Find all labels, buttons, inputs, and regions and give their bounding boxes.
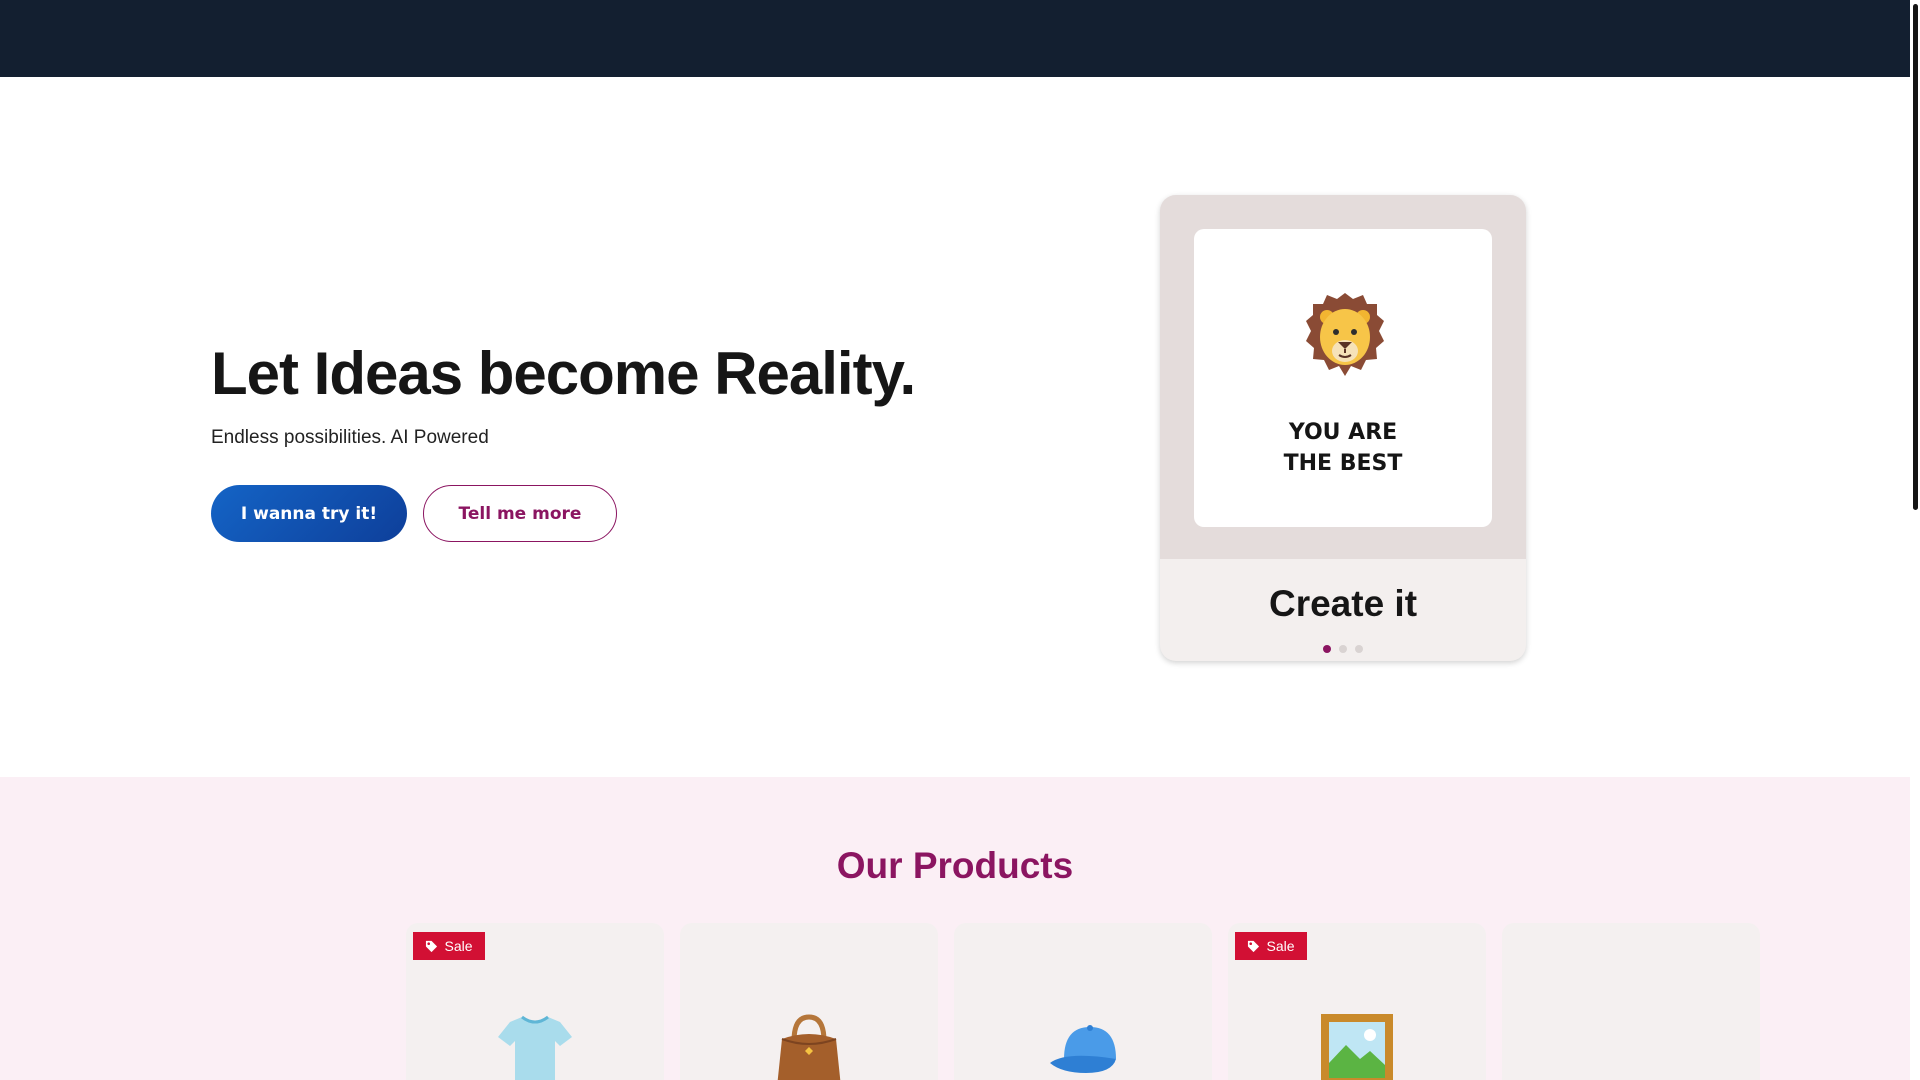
handbag-icon [777, 1014, 841, 1080]
products-title: Our Products [836, 845, 1074, 886]
hero-title: Let Ideas become Reality. [211, 340, 916, 407]
t-shirt-icon [498, 1015, 572, 1080]
framed-picture-icon [1321, 1014, 1393, 1080]
product-card[interactable] [1502, 923, 1760, 1080]
design-slogan-line2: THE BEST [1283, 451, 1403, 476]
carousel-dot-3[interactable] [1355, 645, 1363, 653]
scrollbar[interactable] [1910, 0, 1920, 1080]
product-card[interactable] [954, 923, 1212, 1080]
carousel-dot-2[interactable] [1339, 645, 1347, 653]
lion-face-icon [1306, 293, 1384, 376]
cap-icon [1050, 1025, 1116, 1073]
try-it-button[interactable]: I wanna try it! [211, 485, 407, 542]
sale-badge: Sale [413, 932, 485, 960]
hero-subtitle: Endless possibilities. AI Powered [211, 427, 489, 448]
tag-icon [426, 940, 438, 952]
product-card[interactable]: Sale [1228, 923, 1486, 1080]
top-navbar [0, 0, 1910, 77]
products-section: Our Products Sale Sale [0, 777, 1910, 1080]
sale-badge: Sale [1235, 932, 1307, 960]
product-card[interactable]: Sale [406, 923, 664, 1080]
carousel[interactable]: YOU ARE THE BEST Create it [1160, 195, 1526, 661]
carousel-indicators [1160, 645, 1526, 653]
design-preview-card: YOU ARE THE BEST [1194, 229, 1492, 527]
sale-badge-label: Sale [444, 938, 473, 954]
tag-icon [1248, 940, 1260, 952]
carousel-slide-image: YOU ARE THE BEST [1160, 195, 1526, 559]
design-slogan: YOU ARE THE BEST [1194, 417, 1492, 479]
product-card[interactable] [680, 923, 938, 1080]
scrollbar-thumb[interactable] [1913, 4, 1918, 510]
sale-badge-label: Sale [1266, 938, 1295, 954]
carousel-caption: Create it [1268, 583, 1418, 624]
carousel-dot-1[interactable] [1323, 645, 1331, 653]
tell-me-more-button[interactable]: Tell me more [423, 485, 617, 542]
design-slogan-line1: YOU ARE [1288, 420, 1398, 445]
